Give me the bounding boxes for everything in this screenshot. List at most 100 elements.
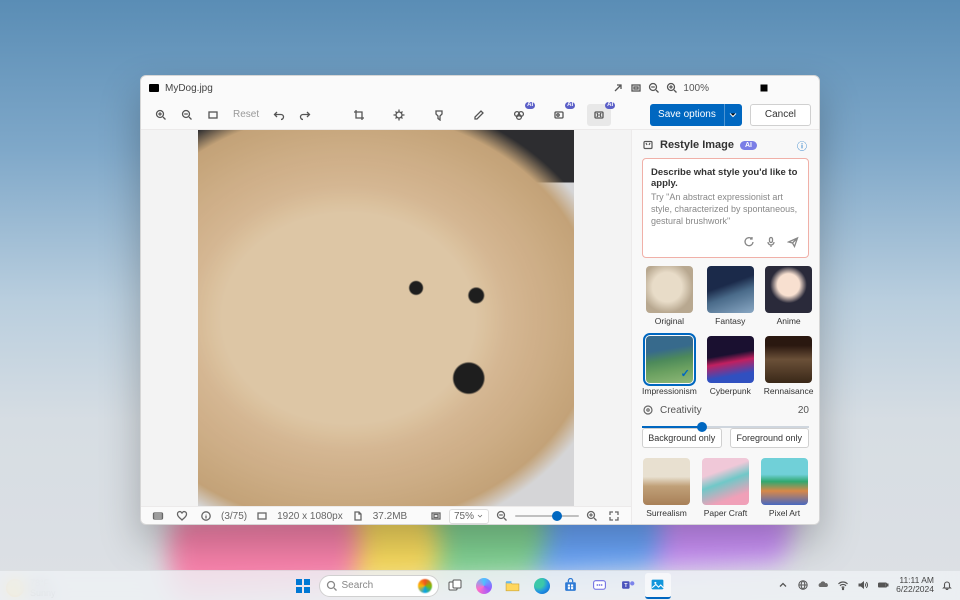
fit-screen-icon[interactable] [427,507,445,525]
filter-icon[interactable] [427,104,451,126]
adjust-icon[interactable] [387,104,411,126]
style-pixelart[interactable]: Pixel Art [760,458,809,518]
panel-header: Restyle Image AI ⓘ [632,130,819,158]
prompt-send-icon[interactable] [786,235,800,249]
save-options-button[interactable]: Save options [650,104,724,126]
canvas-area: (3/75) 1920 x 1080px 37.2MB 75% [141,130,631,524]
creativity-icon [642,404,654,416]
style-surrealism[interactable]: Surrealism [642,458,691,518]
zoom-out-icon[interactable] [175,104,199,126]
prompt-mic-icon[interactable] [764,235,778,249]
favorite-icon[interactable] [173,507,191,525]
clock-date: 6/22/2024 [896,585,934,594]
onedrive-icon[interactable] [816,578,830,592]
style-cyberpunk[interactable]: Cyberpunk [707,336,754,396]
crop-icon[interactable] [347,104,371,126]
dimensions-label: 1920 x 1080px [277,511,343,522]
cancel-button[interactable]: Cancel [750,104,811,126]
wifi-icon[interactable] [836,578,850,592]
canvas-viewport[interactable] [141,130,631,506]
window-maximize-button[interactable] [747,76,781,100]
reset-button[interactable]: Reset [227,105,265,125]
zoom-out-title-icon[interactable] [645,79,663,97]
photos-app-window: MyDog.jpg 100% Reset Save optio [140,75,820,525]
prompt-refresh-icon[interactable] [742,235,756,249]
creativity-value: 20 [798,405,809,416]
panel-info-icon[interactable]: ⓘ [795,138,809,152]
ai-pill: AI [740,141,757,150]
filesize-icon [349,507,367,525]
mask-buttons: Background only Foreground only [632,428,819,458]
zoom-in-title-icon[interactable] [663,79,681,97]
zoom-in-status-icon[interactable] [583,507,601,525]
save-options-chevron[interactable] [724,104,742,126]
restyle-ai-icon[interactable] [587,104,611,126]
creativity-label: Creativity [660,405,702,416]
file-explorer-icon[interactable] [500,573,526,599]
fit-icon[interactable] [201,104,225,126]
notifications-icon[interactable] [940,578,954,592]
taskbar: Search T 11:11 AM 6/22/2024 [0,570,960,600]
tray-chevron-icon[interactable] [776,578,790,592]
zoom-select-value: 75% [454,511,474,522]
language-icon[interactable] [796,578,810,592]
style-papercraft[interactable]: Paper Craft [701,458,750,518]
restyle-icon [642,139,654,151]
erase-ai-icon[interactable] [507,104,531,126]
foreground-only-button[interactable]: Foreground only [730,428,810,448]
info-icon[interactable] [197,507,215,525]
zoom-slider[interactable] [515,510,579,522]
markup-icon[interactable] [467,104,491,126]
teams-icon[interactable]: T [616,573,642,599]
creativity-row: Creativity 20 [632,404,819,416]
taskbar-search[interactable]: Search [319,575,439,597]
filename-label: MyDog.jpg [165,83,213,94]
zoom-in-icon[interactable] [149,104,173,126]
chat-icon[interactable] [587,573,613,599]
window-close-button[interactable] [781,76,815,100]
app-icon [147,81,161,95]
edge-icon[interactable] [529,573,555,599]
style-impressionism[interactable]: Impressionism [642,336,697,396]
blur-bg-ai-icon[interactable] [547,104,571,126]
style-renaissance[interactable]: Rennaisance [764,336,814,396]
filesize-label: 37.2MB [373,511,407,522]
save-options-split-button: Save options [650,104,742,126]
undo-icon[interactable] [267,104,291,126]
zoom-select[interactable]: 75% [449,509,489,524]
photos-app-icon[interactable] [645,573,671,599]
restyle-side-panel: Restyle Image AI ⓘ Describe what style y… [631,130,819,524]
dimensions-icon [253,507,271,525]
zoom-percent-label: 100% [683,83,709,94]
system-tray: 11:11 AM 6/22/2024 [776,570,954,600]
copilot-hint-icon [418,579,432,593]
view-actual-icon[interactable] [627,79,645,97]
redo-icon[interactable] [293,104,317,126]
clock[interactable]: 11:11 AM 6/22/2024 [896,576,934,594]
zoom-out-status-icon[interactable] [493,507,511,525]
style-anime[interactable]: Anime [764,266,814,326]
canvas-image [198,130,574,506]
copilot-icon[interactable] [471,573,497,599]
prompt-title: Describe what style you'd like to apply. [651,167,800,189]
battery-icon[interactable] [876,578,890,592]
fullscreen-icon[interactable] [605,507,623,525]
style-original[interactable]: Original [642,266,697,326]
page-count-label: (3/75) [221,511,247,522]
prompt-hint: Try "An abstract expressionist art style… [651,191,800,227]
taskbar-search-placeholder: Search [342,580,374,591]
window-titlebar: MyDog.jpg 100% [141,76,819,100]
open-external-icon[interactable] [609,79,627,97]
style-fantasy[interactable]: Fantasy [707,266,754,326]
start-button[interactable] [290,573,316,599]
store-icon[interactable] [558,573,584,599]
status-bar: (3/75) 1920 x 1080px 37.2MB 75% [141,506,631,525]
task-view-icon[interactable] [442,573,468,599]
filmstrip-icon[interactable] [149,507,167,525]
prompt-box[interactable]: Describe what style you'd like to apply.… [642,158,809,258]
taskbar-center: Search T [290,573,671,599]
background-only-button[interactable]: Background only [642,428,722,448]
volume-icon[interactable] [856,578,870,592]
window-minimize-button[interactable] [713,76,747,100]
editor-toolbar: Reset Save options Cancel [141,100,819,130]
